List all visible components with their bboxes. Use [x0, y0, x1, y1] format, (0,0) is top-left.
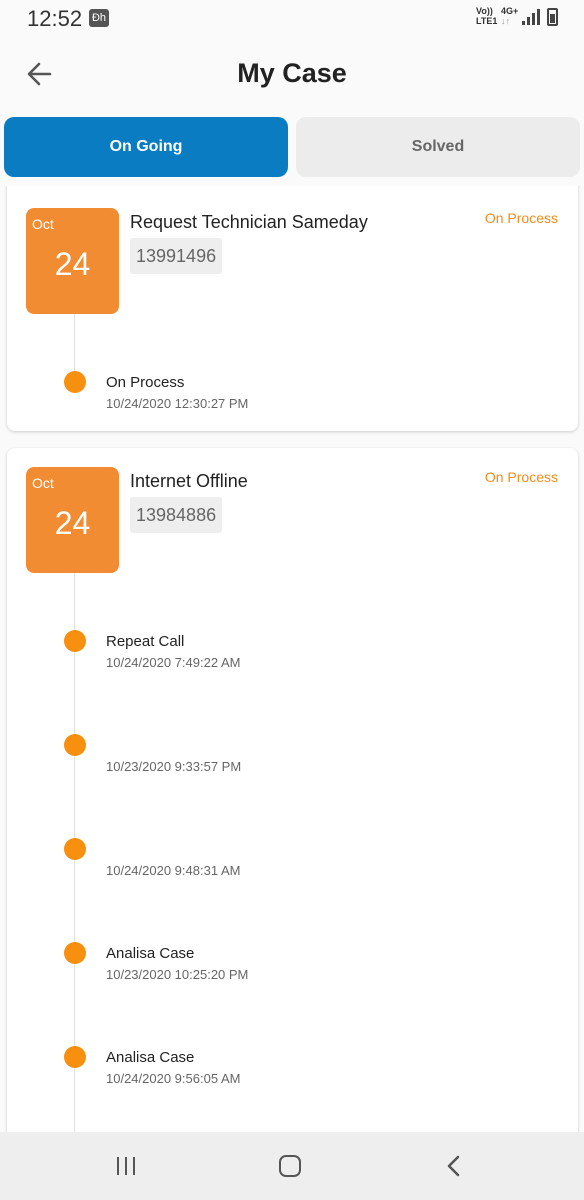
case-list[interactable]: Oct 24 Request Technician Sameday 139914… — [0, 186, 584, 1132]
date-month: Oct — [32, 216, 54, 232]
case-title: Request Technician Sameday — [130, 212, 368, 232]
timeline-dot — [64, 734, 86, 756]
timeline-time: 10/24/2020 12:30:27 PM — [106, 396, 249, 411]
timeline-time: 10/23/2020 10:25:20 PM — [106, 967, 249, 982]
timeline-time: 10/24/2020 9:56:05 AM — [106, 1071, 241, 1086]
date-month: Oct — [32, 475, 54, 491]
case-title: Internet Offline — [130, 471, 248, 491]
case-status: On Process — [484, 469, 558, 485]
case-status: On Process — [484, 210, 558, 226]
timeline-time: 10/24/2020 7:49:22 AM — [106, 655, 241, 670]
timeline-line — [74, 314, 75, 374]
data-indicator: 4G+ ↓↑ — [501, 6, 518, 26]
data-type-label: 4G+ — [501, 6, 519, 16]
back-icon[interactable] — [444, 1154, 464, 1178]
tab-solved[interactable]: Solved — [296, 117, 580, 177]
case-tabs: On Going Solved — [4, 117, 580, 177]
battery-icon — [547, 8, 558, 26]
timeline-time: 10/24/2020 9:48:31 AM — [106, 863, 241, 878]
status-bar: 12:52 Đh Vo)) LTE1 4G+ ↓↑ — [0, 0, 584, 36]
timeline-label: Analisa Case — [106, 1049, 195, 1066]
timeline-dot — [64, 838, 86, 860]
timeline-label: On Process — [106, 374, 185, 391]
volte-label: Vo)) — [476, 6, 493, 16]
home-icon[interactable] — [279, 1155, 301, 1177]
status-time: 12:52 — [27, 6, 83, 31]
recent-apps-icon[interactable] — [117, 1157, 137, 1175]
signal-icon — [522, 9, 540, 25]
timeline-dot — [64, 371, 86, 393]
timeline-dot — [64, 1046, 86, 1068]
system-nav-bar — [0, 1132, 584, 1200]
date-badge: Oct 24 — [26, 467, 119, 573]
page-title: My Case — [237, 58, 347, 88]
volte-indicator: Vo)) LTE1 — [476, 6, 497, 26]
timeline-label: Analisa Case — [106, 945, 195, 962]
app-notification-icon: Đh — [89, 9, 109, 27]
lte-label: LTE1 — [476, 16, 498, 26]
data-arrows: ↓↑ — [501, 16, 510, 26]
timeline-dot — [64, 630, 86, 652]
date-badge: Oct 24 — [26, 208, 119, 314]
date-day: 24 — [54, 505, 91, 541]
timeline-label: Repeat Call — [106, 633, 185, 650]
date-day: 24 — [54, 246, 91, 282]
case-card[interactable]: Oct 24 Request Technician Sameday 139914… — [7, 186, 578, 431]
timeline-time: 10/23/2020 9:33:57 PM — [106, 759, 242, 774]
case-id: 13991496 — [130, 238, 223, 274]
timeline-dot — [64, 942, 86, 964]
tab-on-going[interactable]: On Going — [4, 117, 288, 177]
case-id: 13984886 — [130, 497, 223, 533]
app-bar: My Case — [0, 36, 584, 112]
case-card[interactable]: Oct 24 Internet Offline 13984886 On Proc… — [7, 448, 578, 1132]
